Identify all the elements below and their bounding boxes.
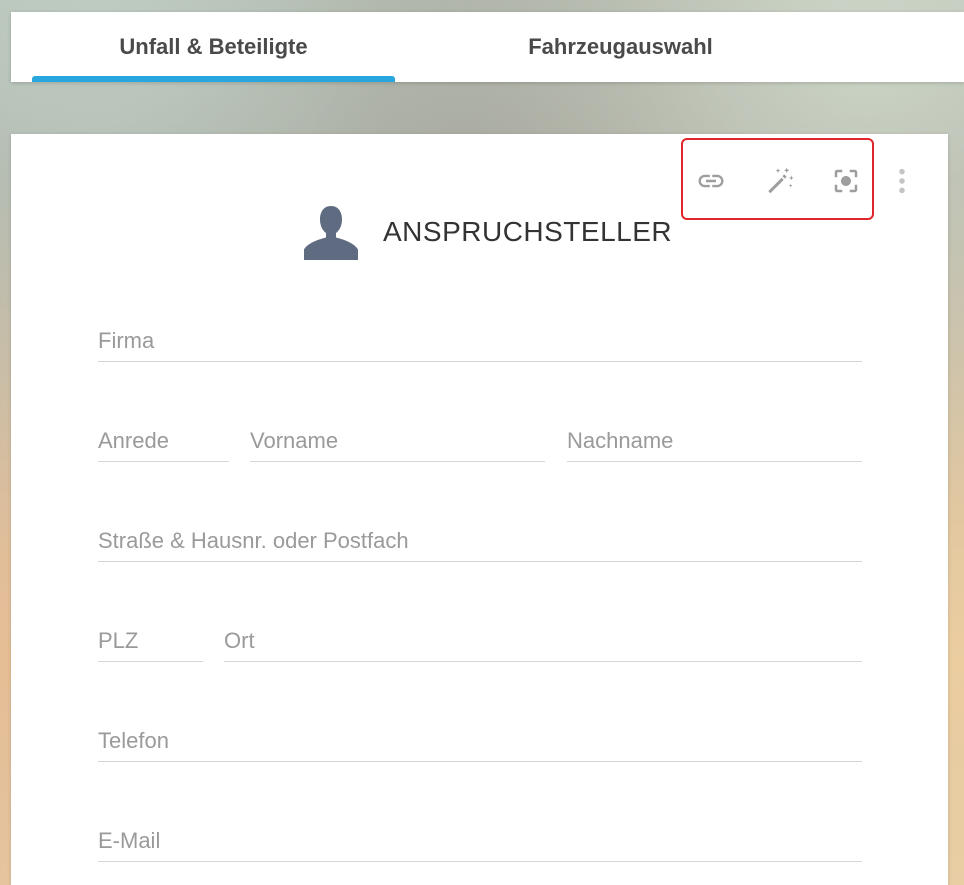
tab-bar: Unfall & Beteiligte Fahrzeugauswahl [11, 12, 964, 82]
vorname-input[interactable] [250, 422, 545, 460]
firma-input[interactable] [98, 322, 862, 360]
active-tab-indicator [32, 76, 395, 82]
strasse-input[interactable] [98, 522, 862, 560]
tab-label: Fahrzeugauswahl [528, 34, 713, 59]
email-input[interactable] [98, 822, 862, 860]
more-vert-icon [899, 168, 905, 194]
tab-fahrzeugauswahl[interactable]: Fahrzeugauswahl [437, 12, 804, 82]
section-title: ANSPRUCHSTELLER [383, 216, 673, 247]
focus-button[interactable] [826, 161, 866, 201]
firma-field [98, 322, 862, 362]
focus-icon [834, 169, 858, 193]
link-icon [698, 174, 724, 188]
claimant-card: ANSPRUCHSTELLER [11, 134, 948, 885]
email-field [98, 822, 862, 862]
link-button[interactable] [691, 161, 731, 201]
anrede-field [98, 422, 229, 462]
person-icon [304, 206, 358, 260]
ort-input[interactable] [224, 622, 862, 660]
section-header: ANSPRUCHSTELLER [301, 204, 672, 260]
nachname-field [567, 422, 862, 462]
plz-input[interactable] [98, 622, 203, 660]
magic-wand-button[interactable] [760, 161, 800, 201]
ort-field [224, 622, 862, 662]
more-options-button[interactable] [882, 161, 922, 201]
telefon-field [98, 722, 862, 762]
anrede-input[interactable] [98, 422, 229, 460]
vorname-field [250, 422, 545, 462]
strasse-field [98, 522, 862, 562]
tab-label: Unfall & Beteiligte [119, 34, 308, 59]
nachname-input[interactable] [567, 422, 862, 460]
magic-wand-icon [768, 167, 794, 194]
tab-unfall-beteiligte[interactable]: Unfall & Beteiligte [32, 12, 395, 82]
telefon-input[interactable] [98, 722, 862, 760]
plz-field [98, 622, 203, 662]
